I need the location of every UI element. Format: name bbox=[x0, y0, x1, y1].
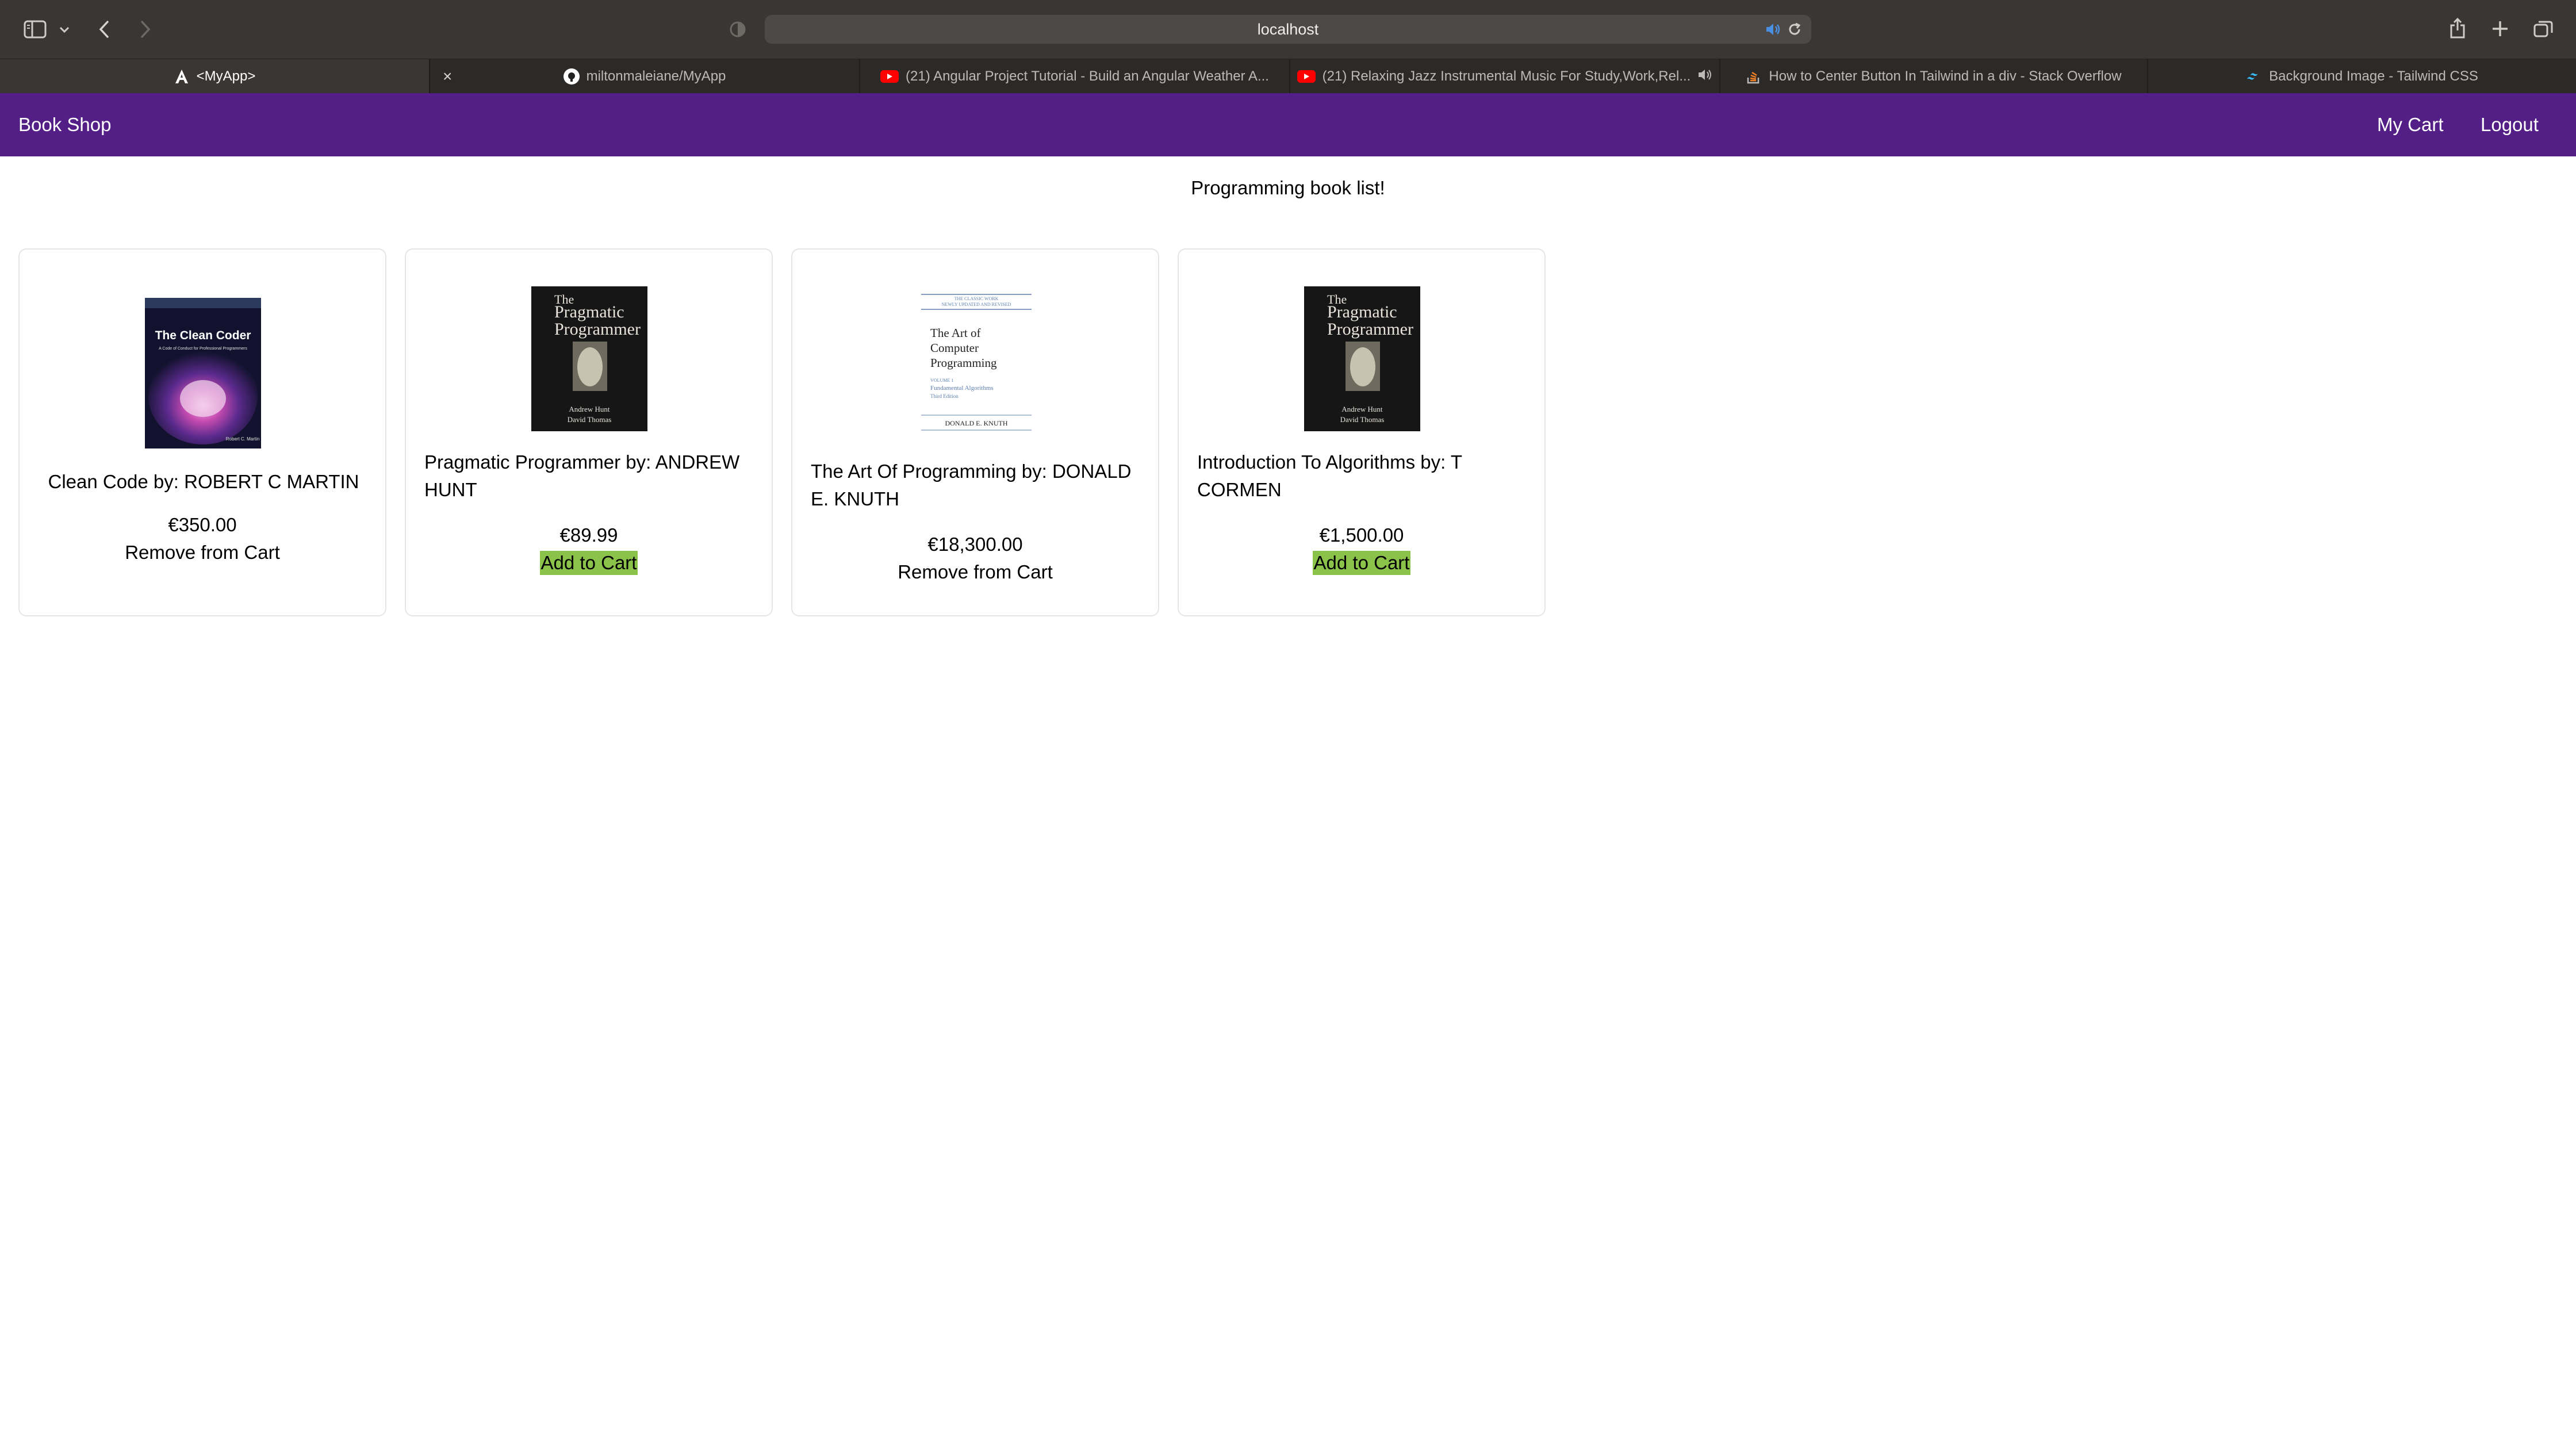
close-icon[interactable]: × bbox=[443, 67, 452, 86]
book-title: The Art Of Programming by: DONALD E. KNU… bbox=[811, 461, 1132, 509]
cover-author: Andrew Hunt bbox=[569, 405, 610, 413]
chevron-right-icon[interactable] bbox=[137, 18, 154, 40]
cover-author: David Thomas bbox=[568, 415, 612, 424]
cover-author: Andrew Hunt bbox=[1341, 405, 1383, 413]
tab-label: miltonmaleiane/MyApp bbox=[586, 68, 726, 84]
add-to-cart-button[interactable]: Add to Cart bbox=[539, 551, 638, 575]
book-price: €350.00 bbox=[168, 514, 237, 535]
share-icon[interactable] bbox=[2447, 16, 2468, 40]
angular-icon bbox=[174, 68, 190, 85]
github-icon bbox=[563, 68, 580, 85]
book-title: Introduction To Algorithms by: T CORMEN bbox=[1197, 451, 1462, 500]
tab-stackoverflow[interactable]: How to Center Button In Tailwind in a di… bbox=[1720, 59, 2148, 94]
tab-label: <MyApp> bbox=[196, 68, 256, 84]
my-cart-link[interactable]: My Cart bbox=[2377, 93, 2444, 156]
url-text: localhost bbox=[1257, 21, 1319, 38]
remove-from-cart-button[interactable]: Remove from Cart bbox=[896, 560, 1054, 584]
youtube-icon bbox=[880, 70, 899, 83]
tab-label: Background Image - Tailwind CSS bbox=[2269, 68, 2478, 84]
tab-github[interactable]: × miltonmaleiane/MyApp bbox=[430, 59, 860, 94]
book-price: €1,500.00 bbox=[1319, 524, 1404, 546]
cover-title: Pragmatic bbox=[554, 302, 624, 321]
browser-toolbar: localhost bbox=[0, 0, 2576, 59]
cover-text: NEWLY UPDATED AND REVISED bbox=[942, 302, 1011, 307]
cover-text: THE CLASSIC WORK bbox=[954, 296, 999, 301]
chevron-left-icon[interactable] bbox=[95, 18, 113, 40]
remove-from-cart-button[interactable]: Remove from Cart bbox=[124, 540, 281, 565]
cover-author: DONALD E. KNUTH bbox=[945, 419, 1008, 427]
cover-title: Computer bbox=[930, 341, 979, 355]
cover-title: Pragmatic bbox=[1327, 302, 1397, 321]
cover-subtitle: Fundamental Algorithms bbox=[930, 385, 994, 392]
reload-icon[interactable] bbox=[1786, 21, 1803, 38]
cover-text: VOLUME 1 bbox=[930, 378, 953, 383]
sidebar-icon[interactable] bbox=[23, 19, 47, 40]
tab-overview-icon[interactable] bbox=[2532, 18, 2554, 39]
book-cover-image: The Clean Coder A Code of Conduct for Pr… bbox=[145, 298, 261, 448]
address-bar[interactable]: localhost bbox=[765, 15, 1811, 44]
page-title: Programming book list! bbox=[1191, 177, 1385, 198]
book-price: €89.99 bbox=[559, 524, 618, 546]
tab-label: (21) Angular Project Tutorial - Build an… bbox=[906, 68, 1269, 84]
cover-title: Programmer bbox=[554, 320, 641, 339]
book-card: The Pragmatic Programmer Andrew Hunt Dav… bbox=[405, 248, 773, 616]
book-card: The Pragmatic Programmer Andrew Hunt Dav… bbox=[1178, 248, 1546, 616]
tab-youtube-angular[interactable]: (21) Angular Project Tutorial - Build an… bbox=[860, 59, 1290, 94]
privacy-shield-icon[interactable] bbox=[728, 20, 747, 39]
tab-strip: <MyApp> × miltonmaleiane/MyApp (21) Angu… bbox=[0, 59, 2576, 94]
book-price: €18,300.00 bbox=[927, 534, 1023, 555]
cover-author: David Thomas bbox=[1340, 415, 1385, 424]
speaker-icon[interactable] bbox=[1764, 21, 1781, 38]
tab-tailwind[interactable]: Background Image - Tailwind CSS bbox=[2148, 59, 2576, 94]
cover-title: The Art of bbox=[930, 326, 980, 340]
book-card: THE CLASSIC WORK NEWLY UPDATED AND REVIS… bbox=[791, 248, 1159, 616]
tab-label: (21) Relaxing Jazz Instrumental Music Fo… bbox=[1322, 68, 1691, 84]
cover-title: Programming bbox=[930, 356, 997, 370]
book-cover-image: THE CLASSIC WORK NEWLY UPDATED AND REVIS… bbox=[920, 292, 1033, 432]
stackoverflow-icon bbox=[1746, 68, 1762, 85]
brand-link[interactable]: Book Shop bbox=[18, 93, 111, 156]
add-to-cart-button[interactable]: Add to Cart bbox=[1312, 551, 1411, 575]
tab-youtube-jazz[interactable]: (21) Relaxing Jazz Instrumental Music Fo… bbox=[1290, 59, 1720, 94]
youtube-icon bbox=[1297, 70, 1316, 83]
plus-icon[interactable] bbox=[2490, 18, 2510, 39]
cover-subtitle: A Code of Conduct for Professional Progr… bbox=[159, 347, 247, 351]
book-card: The Clean Coder A Code of Conduct for Pr… bbox=[18, 248, 386, 616]
book-title: Clean Code by: ROBERT C MARTIN bbox=[48, 471, 359, 492]
cover-title: The Clean Coder bbox=[155, 329, 251, 342]
book-title: Pragmatic Programmer by: ANDREW HUNT bbox=[424, 451, 740, 500]
app-navbar: Book Shop My Cart Logout bbox=[0, 93, 2576, 156]
tab-label: How to Center Button In Tailwind in a di… bbox=[1769, 68, 2122, 84]
cover-author: Robert C. Martin bbox=[226, 436, 260, 442]
book-cover-image: The Pragmatic Programmer Andrew Hunt Dav… bbox=[531, 286, 647, 431]
chevron-down-icon[interactable] bbox=[57, 23, 71, 37]
book-cover-image: The Pragmatic Programmer Andrew Hunt Dav… bbox=[1304, 286, 1420, 431]
tailwind-icon bbox=[2246, 68, 2262, 85]
tab-myapp[interactable]: <MyApp> bbox=[0, 59, 430, 94]
logout-link[interactable]: Logout bbox=[2481, 93, 2539, 156]
speaker-icon[interactable] bbox=[1697, 68, 1712, 85]
cover-title: Programmer bbox=[1327, 320, 1413, 339]
cover-text: Third Edition bbox=[930, 393, 959, 399]
